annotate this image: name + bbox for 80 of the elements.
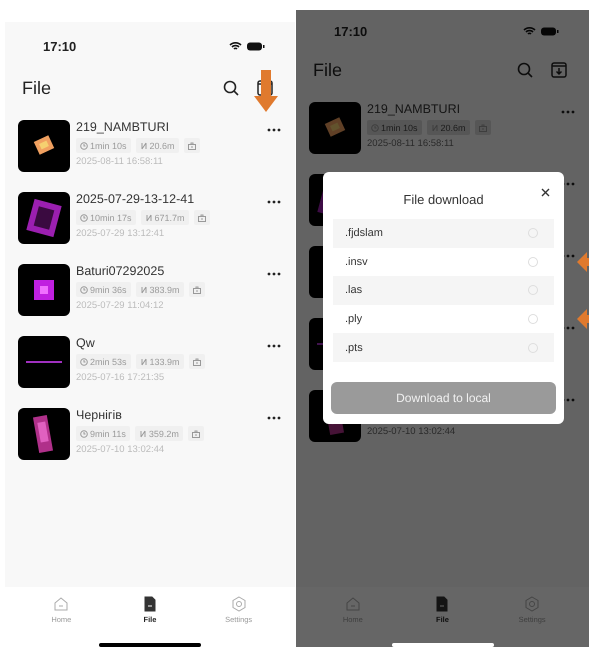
settings-icon xyxy=(524,596,540,612)
search-icon[interactable] xyxy=(223,80,239,96)
format-option[interactable]: .ply xyxy=(333,304,554,334)
more-icon[interactable] xyxy=(267,416,281,420)
duration-text: 10min 17s xyxy=(90,212,132,222)
file-icon xyxy=(434,596,450,612)
page-title: File xyxy=(22,78,52,98)
wifi-icon xyxy=(229,41,242,51)
file-date: 2025-07-10 13:02:44 xyxy=(76,444,166,455)
format-label: .las xyxy=(345,284,362,296)
ruler-icon xyxy=(140,286,148,294)
file-name: Qw xyxy=(76,336,96,351)
dialog-title: File download xyxy=(403,192,484,207)
distance-text: 359.2m xyxy=(148,428,179,438)
clock-icon xyxy=(80,430,88,438)
duration-text: 1min 10s xyxy=(90,140,127,150)
home-icon xyxy=(53,596,70,612)
duration-text: 9min 36s xyxy=(90,284,127,294)
close-icon[interactable] xyxy=(541,188,550,197)
file-date: 2025-07-29 13:12:41 xyxy=(76,228,166,239)
wifi-icon xyxy=(523,26,536,36)
battery-icon xyxy=(541,26,559,36)
format-option[interactable]: .fjdslam xyxy=(333,219,554,248)
file-date: 2025-08-11 16:58:11 xyxy=(367,138,455,149)
more-icon[interactable] xyxy=(267,344,281,348)
bag-icon xyxy=(192,430,200,438)
file-date: 2025-07-29 11:04:12 xyxy=(76,300,165,311)
radio-button[interactable] xyxy=(528,342,538,353)
page-title: File xyxy=(313,60,344,80)
radio-button[interactable] xyxy=(528,285,538,296)
distance-text: 20.6m xyxy=(150,140,175,150)
distance-text: 20.6m xyxy=(440,122,466,132)
file-name: Чернігів xyxy=(76,408,123,423)
duration-text: 1min 10s xyxy=(381,122,418,132)
format-label: .insv xyxy=(345,256,368,268)
format-label: .ply xyxy=(345,313,362,326)
more-icon[interactable] xyxy=(267,128,281,132)
file-name: 2025-07-29-13-12-41 xyxy=(76,192,196,207)
ruler-icon xyxy=(138,430,147,438)
ruler-icon xyxy=(144,214,153,222)
status-time: 17:10 xyxy=(334,24,368,38)
format-label: .fjdslam xyxy=(345,227,383,240)
bag-icon xyxy=(478,124,487,132)
distance-text: 133.9m xyxy=(150,356,180,366)
more-icon[interactable] xyxy=(267,272,281,276)
clock-icon xyxy=(80,214,88,222)
duration-text: 9min 11s xyxy=(90,428,126,438)
distance-text: 671.7m xyxy=(154,212,185,222)
duration-text: 2min 53s xyxy=(90,356,127,366)
file-name: 219_NAMBTURI xyxy=(76,120,170,135)
file-name: Baturi07292025 xyxy=(76,264,166,279)
file-icon xyxy=(142,596,158,612)
format-option[interactable]: .insv xyxy=(333,248,554,276)
file-name: 219_NAMBTURI xyxy=(367,102,462,117)
radio-button[interactable] xyxy=(528,314,538,324)
radio-button[interactable] xyxy=(528,228,538,238)
bag-icon xyxy=(192,286,201,294)
status-time: 17:10 xyxy=(43,38,76,54)
settings-icon xyxy=(230,596,247,612)
format-option[interactable]: .las xyxy=(333,276,554,305)
file-date: 2025-07-10 13:02:44 xyxy=(367,426,456,437)
ruler-icon xyxy=(140,358,148,366)
home-icon xyxy=(344,596,361,612)
clock-icon xyxy=(80,286,88,294)
format-option[interactable]: .pts xyxy=(333,333,554,362)
radio-button[interactable] xyxy=(528,256,538,267)
file-date: 2025-07-16 17:21:35 xyxy=(76,372,166,383)
distance-text: 383.9m xyxy=(150,284,180,294)
file-date: 2025-08-11 16:58:11 xyxy=(76,156,164,167)
ruler-icon xyxy=(430,124,439,132)
format-label: .pts xyxy=(345,342,363,354)
more-icon[interactable] xyxy=(267,200,281,204)
bag-icon xyxy=(188,142,196,150)
clock-icon xyxy=(371,124,379,132)
clock-icon xyxy=(80,142,88,150)
bag-icon xyxy=(198,214,206,222)
bag-icon xyxy=(192,358,201,366)
battery-icon xyxy=(247,42,265,50)
ruler-icon xyxy=(140,142,148,150)
clock-icon xyxy=(80,358,88,366)
